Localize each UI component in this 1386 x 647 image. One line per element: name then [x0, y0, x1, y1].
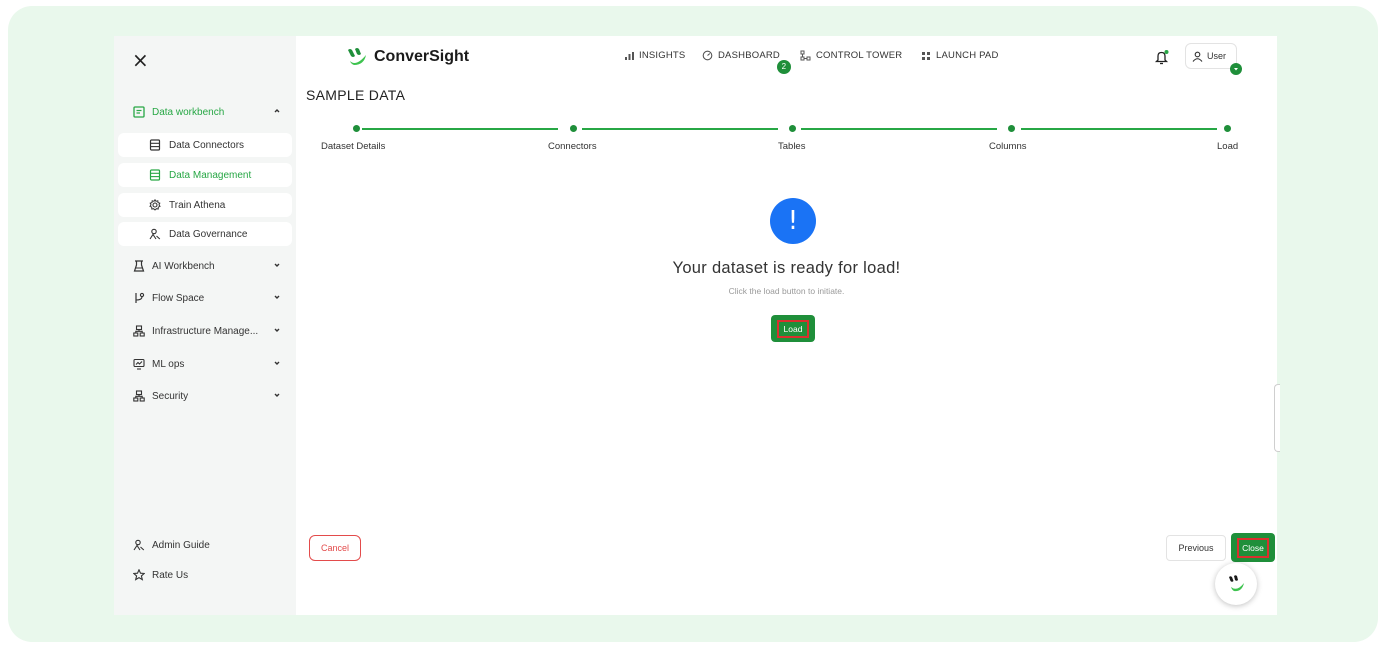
cancel-button[interactable]: Cancel — [309, 535, 361, 561]
ready-title: Your dataset is ready for load! — [672, 259, 901, 277]
step-connector — [582, 128, 778, 130]
sidebar-item-label: Flow Space — [152, 292, 205, 304]
sidebar-item-data-management[interactable]: Data Management — [118, 163, 292, 187]
sidebar-item-label: Data workbench — [152, 106, 225, 118]
nav-launch-pad-label: LAUNCH PAD — [936, 50, 999, 61]
chevron-down-icon — [272, 358, 282, 368]
step-dot — [353, 125, 360, 132]
network-icon — [132, 389, 146, 403]
monitor-chart-icon — [132, 357, 146, 371]
server-icon — [148, 139, 161, 152]
step-label-connectors: Connectors — [548, 141, 597, 152]
sidebar-item-label: Data Management — [169, 169, 252, 181]
gear-icon — [148, 199, 161, 212]
user-label: User — [1207, 51, 1227, 61]
chevron-down-icon — [1230, 63, 1242, 75]
star-icon — [132, 568, 146, 582]
conversight-logo-icon — [348, 48, 366, 65]
sidebar-item-data-governance[interactable]: Data Governance — [118, 222, 292, 246]
sidebar-item-label: Train Athena — [169, 199, 226, 211]
nav-insights-label: INSIGHTS — [639, 50, 686, 61]
sidebar-item-label: Data Governance — [169, 228, 248, 240]
sidebar-item-label: AI Workbench — [152, 260, 215, 272]
close-sidebar-button[interactable]: × — [132, 50, 152, 70]
grid-icon — [921, 51, 931, 61]
sidebar-item-admin-guide[interactable]: Admin Guide — [114, 533, 296, 557]
nav-insights[interactable]: INSIGHTS — [624, 50, 685, 61]
flask-icon — [132, 259, 146, 273]
step-dot — [1008, 125, 1015, 132]
step-label-load: Load — [1217, 141, 1239, 152]
step-label-tables: Tables — [778, 141, 806, 152]
main-content: ConverSight INSIGHTS DASHBOARD 2 CONTROL… — [296, 36, 1277, 615]
dashboard-count-badge: 2 — [777, 60, 791, 74]
chevron-down-icon — [272, 390, 282, 400]
users-icon — [132, 538, 146, 552]
sidebar-item-label: Admin Guide — [152, 539, 210, 551]
step-label-columns: Columns — [989, 141, 1027, 152]
step-connector — [1021, 128, 1217, 130]
previous-button[interactable]: Previous — [1166, 535, 1226, 561]
nav-control-tower-label: CONTROL TOWER — [816, 50, 903, 61]
step-dot — [789, 125, 796, 132]
exclamation-icon: ! — [770, 198, 816, 244]
app-window: × Data workbench Data Connectors Data Ma… — [114, 36, 1277, 615]
sidebar-item-ml-ops[interactable]: ML ops — [114, 352, 296, 376]
chevron-down-icon — [272, 260, 282, 270]
step-connector — [362, 128, 558, 130]
notification-bell-icon[interactable] — [1154, 49, 1170, 65]
top-navbar: ConverSight INSIGHTS DASHBOARD 2 CONTROL… — [296, 36, 1277, 78]
nav-control-tower[interactable]: CONTROL TOWER — [800, 50, 902, 61]
server-icon — [148, 169, 161, 182]
nav-dashboard-label: DASHBOARD — [718, 50, 780, 61]
step-label-dataset-details: Dataset Details — [321, 141, 386, 152]
conversight-logo[interactable]: ConverSight — [346, 46, 469, 68]
step-dot — [1224, 125, 1231, 132]
network-icon — [132, 324, 146, 338]
bar-chart-icon — [624, 51, 634, 61]
hierarchy-icon — [800, 50, 811, 61]
nav-launch-pad[interactable]: LAUNCH PAD — [921, 50, 999, 61]
logo-text: ConverSight — [374, 48, 470, 65]
chevron-up-icon — [272, 106, 282, 116]
load-button-label: Load — [776, 319, 810, 338]
ready-subtitle: Click the load button to initiate. — [728, 286, 845, 296]
database-icon — [132, 105, 146, 119]
chevron-down-icon — [272, 292, 282, 302]
sidebar-item-label: Infrastructure Manage... — [152, 325, 259, 337]
sidebar-item-data-connectors[interactable]: Data Connectors — [118, 133, 292, 157]
user-icon — [1192, 51, 1203, 62]
sidebar-item-infrastructure[interactable]: Infrastructure Manage... — [114, 319, 296, 343]
sidebar-item-data-workbench[interactable]: Data workbench — [114, 100, 296, 124]
side-drawer-handle[interactable] — [1274, 384, 1280, 452]
sidebar-item-flow-space[interactable]: Flow Space — [114, 286, 296, 310]
step-connector — [801, 128, 997, 130]
user-menu-button[interactable]: User — [1185, 43, 1242, 75]
load-button[interactable]: Load — [771, 315, 815, 342]
sidebar-item-rate-us[interactable]: Rate Us — [114, 563, 296, 587]
sidebar-item-label: Security — [152, 390, 189, 402]
close-button[interactable]: Close — [1231, 533, 1275, 562]
sidebar-item-ai-workbench[interactable]: AI Workbench — [114, 254, 296, 278]
sidebar-item-label: Rate Us — [152, 569, 189, 581]
progress-stepper: Dataset Details Connectors Tables Column… — [296, 124, 1277, 154]
chat-assistant-button[interactable] — [1215, 563, 1257, 605]
nav-dashboard[interactable]: DASHBOARD 2 — [702, 50, 791, 74]
chevron-down-icon — [272, 325, 282, 335]
page-title: SAMPLE DATA — [306, 87, 406, 103]
sidebar-item-train-athena[interactable]: Train Athena — [118, 193, 292, 217]
sidebar-item-label: ML ops — [152, 358, 185, 370]
chat-logo-icon — [1229, 575, 1244, 592]
branch-icon — [132, 291, 146, 305]
sidebar-item-label: Data Connectors — [169, 139, 245, 151]
sidebar: × Data workbench Data Connectors Data Ma… — [114, 36, 296, 615]
users-icon — [148, 228, 161, 241]
sidebar-item-security[interactable]: Security — [114, 384, 296, 408]
gauge-icon — [702, 50, 713, 61]
step-dot — [570, 125, 577, 132]
close-button-label: Close — [1237, 537, 1269, 558]
